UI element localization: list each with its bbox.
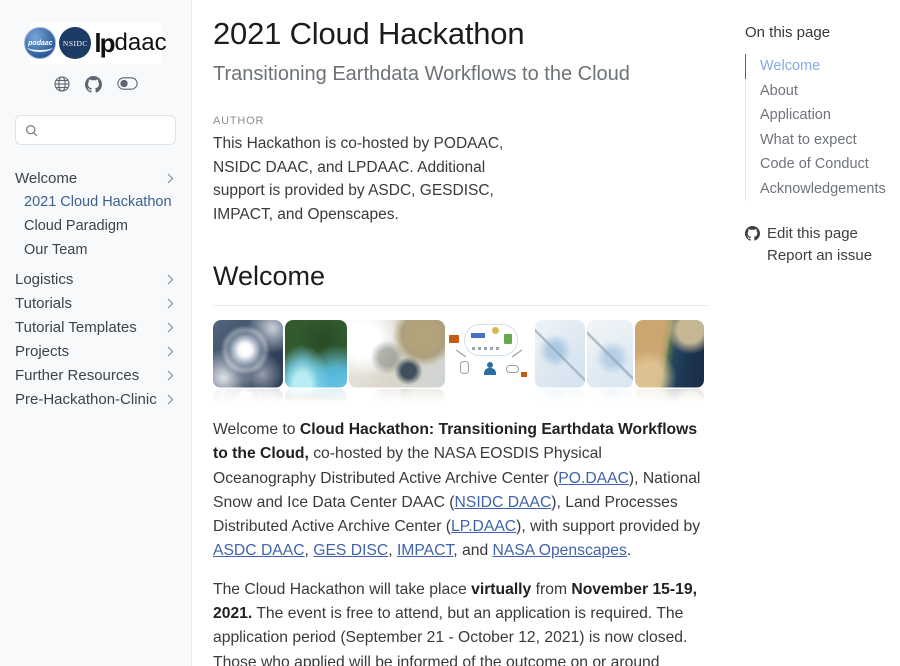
podaac-link[interactable]: PO.DAAC [558,470,629,487]
lpdaac-link[interactable]: LP.DAAC [451,518,516,535]
site-logo[interactable]: podaac NSIDC lpdaac [30,22,162,64]
sidebar-item-label: Cloud Paradigm [24,218,128,234]
sidebar-item-label: Tutorials [15,295,72,312]
impact-link[interactable]: IMPACT [397,542,453,559]
chevron-right-icon[interactable] [165,274,176,285]
chevron-right-icon[interactable] [165,346,176,357]
nsidc-daac-link[interactable]: NSIDC DAAC [455,494,552,511]
nasa-openscapes-link[interactable]: NASA Openscapes [493,542,627,559]
lpdaac-logo-lp: lp [94,30,113,56]
toc-item-label[interactable]: Acknowledgements [746,177,890,202]
sidebar-item-logistics[interactable]: Logistics [15,267,176,291]
arctic-ice-satellite-tile [349,320,445,404]
toc-item-code-of-conduct[interactable]: Code of Conduct [745,152,890,177]
cloud-workflow-diagram-tile [447,320,533,404]
toc-item-label[interactable]: About [746,79,890,104]
github-icon [745,226,760,241]
nsidc-logo-label: NSIDC [63,39,88,48]
toc-item-label[interactable]: Welcome [746,54,890,79]
hurricane-satellite-tile [213,320,283,404]
podaac-logo-icon: podaac [24,27,56,59]
chevron-right-icon[interactable] [165,322,176,333]
intro-paragraph: Welcome to Cloud Hackathon: Transitionin… [213,418,708,564]
toc-item-application[interactable]: Application [745,103,890,128]
podaac-logo-label: podaac [28,40,53,47]
section-heading-welcome: Welcome [213,261,708,306]
toc-item-welcome[interactable]: Welcome [745,54,890,79]
sidebar-item-our-team[interactable]: Our Team [24,238,176,262]
green-coastline-satellite-tile [285,320,347,404]
sidebar-item-pre-hackathon-clinic[interactable]: Pre-Hackathon-Clinic [15,387,176,411]
ice-shelf-satellite-tile-1 [535,320,585,404]
edit-this-page-label: Edit this page [767,225,858,242]
sidebar-item-label: Welcome [15,170,77,187]
sidebar-item-welcome[interactable]: Welcome [15,166,176,190]
toc-item-label[interactable]: Code of Conduct [746,152,890,177]
github-icon[interactable] [85,76,102,93]
page-title: 2021 Cloud Hackathon [213,16,708,52]
page: podaac NSIDC lpdaac [0,0,900,666]
chevron-right-icon[interactable] [165,298,176,309]
report-an-issue-link[interactable]: Report an issue [745,244,890,266]
asdc-daac-link[interactable]: ASDC DAAC [213,542,305,559]
sidebar-item-further-resources[interactable]: Further Resources [15,363,176,387]
small-cloud-icon [506,365,519,373]
ges-disc-link[interactable]: GES DISC [313,542,388,559]
toc-heading: On this page [745,24,890,41]
sidebar-welcome-subitems: 2021 Cloud Hackathon Cloud Paradigm Our … [15,190,176,262]
toc-item-label[interactable]: Application [746,103,890,128]
page-subtitle: Transitioning Earthdata Workflows to the… [213,63,708,86]
sidebar-item-cloud-paradigm[interactable]: Cloud Paradigm [24,214,176,238]
nsidc-logo-icon: NSIDC [59,27,91,59]
edit-this-page-link[interactable]: Edit this page [745,222,890,244]
chevron-right-icon[interactable] [165,394,176,405]
lpdaac-logo-icon: lpdaac [94,30,166,56]
author-label: AUTHOR [213,115,708,127]
on-this-page-toc: On this page Welcome About Application W… [737,0,900,666]
search-box[interactable] [15,115,176,145]
sidebar: podaac NSIDC lpdaac [0,0,192,666]
sidebar-item-label: 2021 Cloud Hackathon [24,194,172,210]
database-icon [460,361,469,374]
search-icon [25,124,38,137]
sidebar-item-tutorial-templates[interactable]: Tutorial Templates [15,315,176,339]
sidebar-nav: Welcome 2021 Cloud Hackathon Cloud Parad… [0,166,191,411]
toc-list: Welcome About Application What to expect… [745,54,890,201]
lpdaac-logo-daac: daac [115,31,167,55]
toc-item-what-to-expect[interactable]: What to expect [745,128,890,153]
sidebar-item-label: Projects [15,343,69,360]
sidebar-item-label: Our Team [24,242,87,258]
chevron-right-icon[interactable] [165,173,176,184]
sidebar-item-label: Pre-Hackathon-Clinic [15,391,157,408]
toc-item-acknowledgements[interactable]: Acknowledgements [745,177,890,202]
toc-item-about[interactable]: About [745,79,890,104]
sidebar-item-2021-cloud-hackathon[interactable]: 2021 Cloud Hackathon [24,190,176,214]
ice-shelf-satellite-tile-2 [587,320,633,404]
chevron-right-icon[interactable] [165,370,176,381]
toc-item-label[interactable]: What to expect [746,128,890,153]
banner-image [213,320,708,404]
main-content: 2021 Cloud Hackathon Transitioning Earth… [192,0,737,666]
sidebar-item-tutorials[interactable]: Tutorials [15,291,176,315]
globe-icon[interactable] [54,76,70,93]
oman-coast-satellite-tile [635,320,704,404]
sidebar-item-label: Logistics [15,271,73,288]
theme-toggle-icon[interactable] [117,76,138,93]
search-input[interactable] [45,123,175,138]
sidebar-item-projects[interactable]: Projects [15,339,176,363]
event-details-paragraph: The Cloud Hackathon will take place virt… [213,578,708,666]
sidebar-item-label: Further Resources [15,367,139,384]
author-text: This Hackathon is co-hosted by PODAAC, N… [213,132,519,226]
report-an-issue-label: Report an issue [767,247,872,264]
sidebar-tool-icons [0,76,191,93]
sidebar-item-label: Tutorial Templates [15,319,137,336]
